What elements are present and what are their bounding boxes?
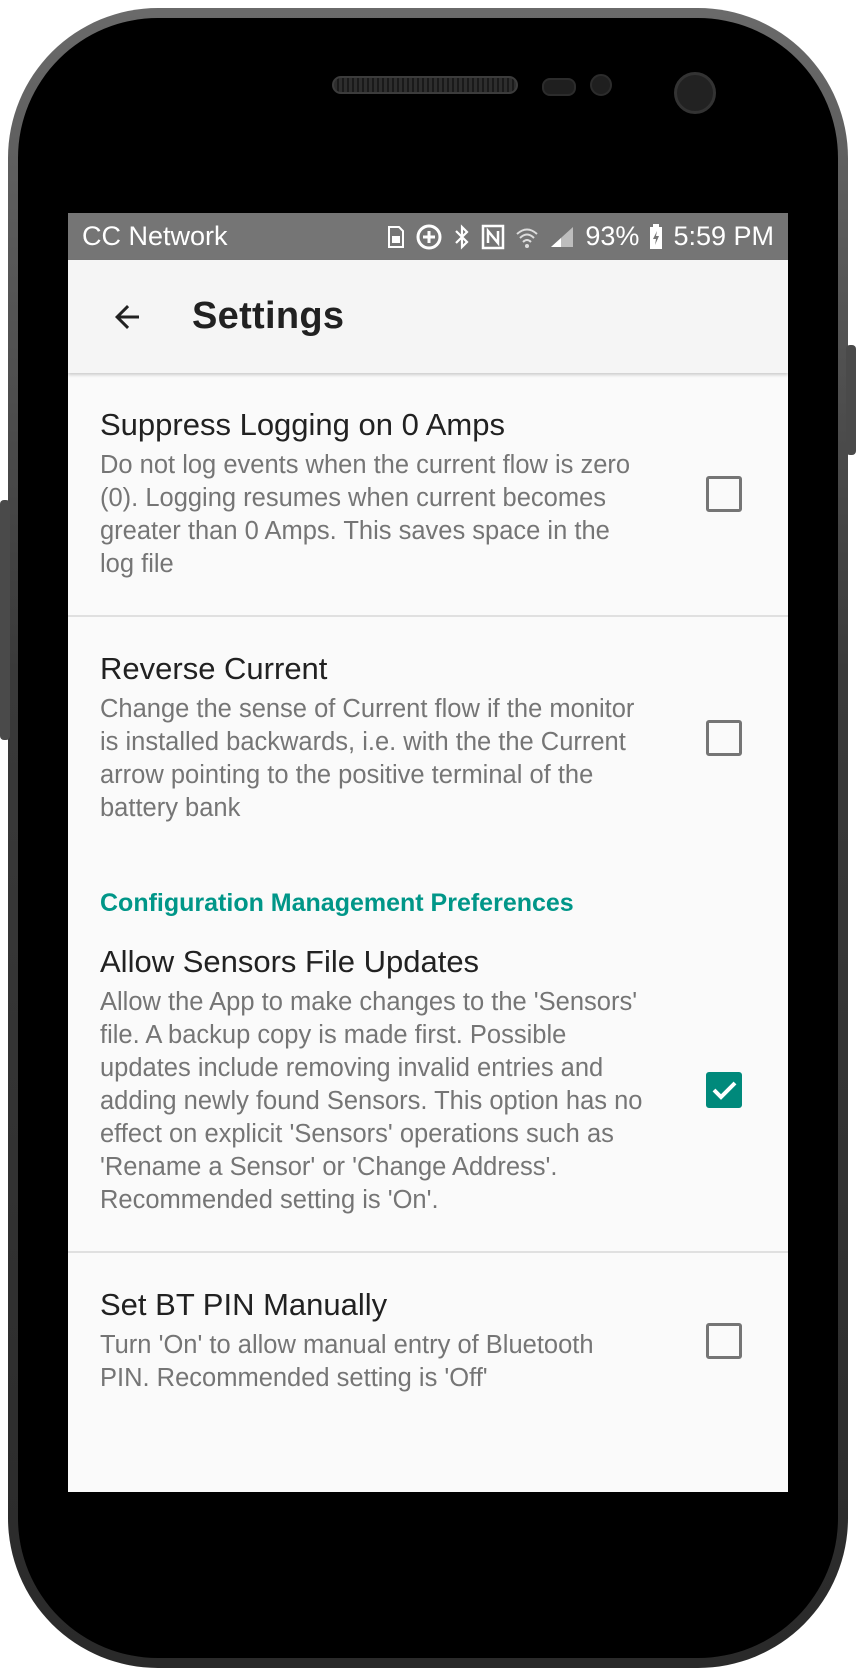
checkmark-icon (712, 1081, 737, 1100)
screen: CC Network 93% 5:59 PM Settings Suppress… (68, 213, 788, 1492)
pref-title: Allow Sensors File Updates (100, 944, 480, 979)
page-title: Settings (192, 295, 345, 337)
wifi-icon (516, 228, 539, 248)
pref-reverse-current[interactable]: Reverse Current Change the sense of Curr… (68, 617, 788, 859)
pref-suppress-logging[interactable]: Suppress Logging on 0 Amps Do not log ev… (68, 373, 788, 617)
back-arrow-icon (115, 304, 139, 329)
sim-icon (388, 225, 405, 248)
back-button[interactable] (102, 292, 152, 342)
phone-proximity-sensor (542, 78, 576, 96)
pref-title: Set BT PIN Manually (100, 1287, 388, 1322)
reverse-current-checkbox[interactable] (706, 720, 742, 756)
pref-summary: Allow the App to make changes to the 'Se… (100, 988, 643, 1214)
pref-summary: Change the sense of Current flow if the … (100, 695, 635, 822)
phone-volume-button (0, 500, 10, 740)
pref-summary: Do not log events when the current flow … (100, 451, 631, 578)
phone-speaker (332, 76, 518, 94)
nfc-icon (482, 224, 505, 249)
carrier-name: CC Network (82, 221, 228, 251)
allow-sensors-file-updates-checkbox[interactable] (706, 1071, 742, 1108)
status-bar: CC Network 93% 5:59 PM (68, 213, 788, 260)
signal-icon (551, 226, 574, 247)
category-header: Configuration Management Preferences (100, 889, 574, 917)
suppress-logging-checkbox[interactable] (706, 476, 742, 512)
phone-light-sensor (590, 74, 612, 96)
pref-set-bt-pin-manually[interactable]: Set BT PIN Manually Turn 'On' to allow m… (68, 1253, 788, 1429)
pref-summary: Turn 'On' to allow manual entry of Bluet… (100, 1331, 594, 1392)
pref-allow-sensors-file-updates[interactable]: Allow Sensors File Updates Allow the App… (68, 928, 788, 1253)
status-icons: 93% 5:59 PM (387, 221, 774, 252)
battery-percentage: 93% (585, 221, 640, 251)
clock: 5:59 PM (673, 221, 774, 251)
app-bar: Settings (68, 260, 788, 373)
pref-title: Suppress Logging on 0 Amps (100, 407, 505, 442)
phone-power-button (846, 345, 856, 455)
battery-charging-icon (650, 223, 663, 249)
set-bt-pin-checkbox[interactable] (706, 1323, 742, 1359)
phone-front-camera (674, 72, 716, 114)
pref-title: Reverse Current (100, 651, 328, 686)
data-saver-icon (416, 224, 442, 249)
bluetooth-icon (455, 223, 469, 250)
